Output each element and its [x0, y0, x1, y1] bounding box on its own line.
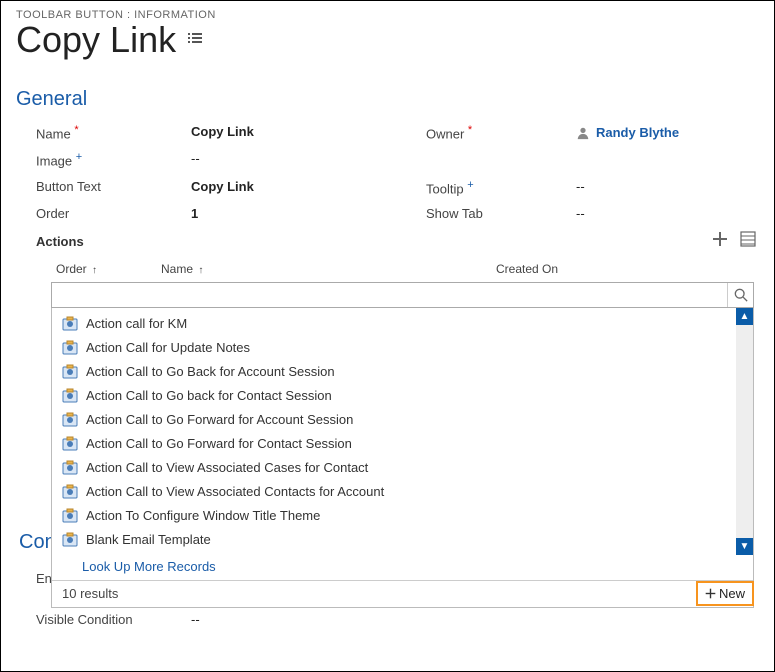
new-button[interactable]: New: [696, 581, 754, 606]
scrollbar[interactable]: ▲ ▼: [736, 308, 753, 555]
tooltip-label: Tooltip +: [426, 179, 576, 196]
list-item-label: Action call for KM: [86, 316, 187, 331]
sort-asc-icon: ↑: [198, 265, 203, 276]
col-order[interactable]: Order ↑: [56, 262, 161, 276]
list-item-label: Action Call to Go Back for Account Sessi…: [86, 364, 335, 379]
enabled-label-partial: En: [36, 571, 52, 586]
lookup-search-row: [51, 282, 754, 308]
record-icon: [62, 508, 78, 524]
list-item-label: Action Call to Go Forward for Contact Se…: [86, 436, 352, 451]
button-text-label: Button Text: [36, 179, 191, 196]
name-label: Name *: [36, 124, 191, 141]
image-label: Image +: [36, 151, 191, 168]
record-icon: [62, 484, 78, 500]
lookup-dropdown: Action call for KM Action Call for Update…: [51, 308, 754, 608]
record-icon: [62, 364, 78, 380]
visible-condition-label: Visible Condition: [36, 612, 191, 627]
record-icon: [62, 436, 78, 452]
list-item-label: Action Call to View Associated Contacts …: [86, 484, 384, 499]
record-icon: [62, 340, 78, 356]
visible-condition-value[interactable]: --: [191, 612, 426, 627]
page-title: Copy Link: [16, 19, 759, 61]
list-item[interactable]: Action Call to Go Back for Account Sessi…: [52, 360, 753, 384]
list-item-label: Blank Email Template: [86, 532, 211, 547]
lookup-search-input[interactable]: [52, 283, 727, 307]
col-created-on[interactable]: Created On: [496, 262, 696, 276]
required-asterisk-icon: *: [74, 124, 78, 136]
lookup-more-link[interactable]: Look Up More Records: [52, 555, 753, 580]
plus-icon: +: [76, 151, 82, 163]
button-text-value[interactable]: Copy Link: [191, 179, 426, 196]
search-icon[interactable]: [727, 283, 753, 307]
list-item[interactable]: Blank Email Template: [52, 528, 753, 552]
record-icon: [62, 532, 78, 548]
list-item[interactable]: Action Call to Go back for Contact Sessi…: [52, 384, 753, 408]
show-tab-label: Show Tab: [426, 206, 576, 221]
plus-icon: +: [467, 179, 473, 191]
title-menu-icon[interactable]: [188, 31, 204, 50]
grid-icon[interactable]: [740, 231, 756, 252]
list-item[interactable]: Action call for KM: [52, 312, 753, 336]
owner-value[interactable]: Randy Blythe: [576, 124, 766, 141]
list-item[interactable]: Action Call to View Associated Cases for…: [52, 456, 753, 480]
list-item[interactable]: Action Call to View Associated Contacts …: [52, 480, 753, 504]
list-item-label: Action Call to Go Forward for Account Se…: [86, 412, 353, 427]
list-item-label: Action Call to Go back for Contact Sessi…: [86, 388, 332, 403]
list-item[interactable]: Action Call to Go Forward for Account Se…: [52, 408, 753, 432]
scroll-up-icon[interactable]: ▲: [736, 308, 753, 325]
list-item[interactable]: Action Call to Go Forward for Contact Se…: [52, 432, 753, 456]
list-item[interactable]: Action To Configure Window Title Theme: [52, 504, 753, 528]
record-icon: [62, 412, 78, 428]
page-title-text: Copy Link: [16, 19, 176, 61]
person-icon: [576, 126, 590, 140]
list-item-label: Action To Configure Window Title Theme: [86, 508, 320, 523]
tooltip-value[interactable]: --: [576, 179, 766, 196]
record-icon: [62, 316, 78, 332]
list-item-label: Action Call for Update Notes: [86, 340, 250, 355]
col-name[interactable]: Name ↑: [161, 262, 496, 276]
list-item[interactable]: Action Call for Update Notes: [52, 336, 753, 360]
required-asterisk-icon: *: [468, 124, 472, 136]
record-icon: [62, 388, 78, 404]
grid-header: Order ↑ Name ↑ Created On: [1, 256, 774, 282]
image-value[interactable]: --: [191, 151, 426, 168]
actions-label: Actions: [36, 234, 84, 249]
owner-label: Owner *: [426, 124, 576, 141]
order-label: Order: [36, 206, 191, 221]
results-count: 10 results: [52, 586, 118, 601]
plus-icon: [705, 588, 716, 599]
scroll-down-icon[interactable]: ▼: [736, 538, 753, 555]
owner-link[interactable]: Randy Blythe: [596, 125, 679, 140]
sort-asc-icon: ↑: [92, 265, 97, 276]
list-item-label: Action Call to View Associated Cases for…: [86, 460, 368, 475]
section-general-title: General: [1, 66, 774, 119]
order-value[interactable]: 1: [191, 206, 426, 221]
add-icon[interactable]: [712, 231, 728, 252]
record-icon: [62, 460, 78, 476]
name-value[interactable]: Copy Link: [191, 124, 426, 141]
show-tab-value[interactable]: --: [576, 206, 766, 221]
